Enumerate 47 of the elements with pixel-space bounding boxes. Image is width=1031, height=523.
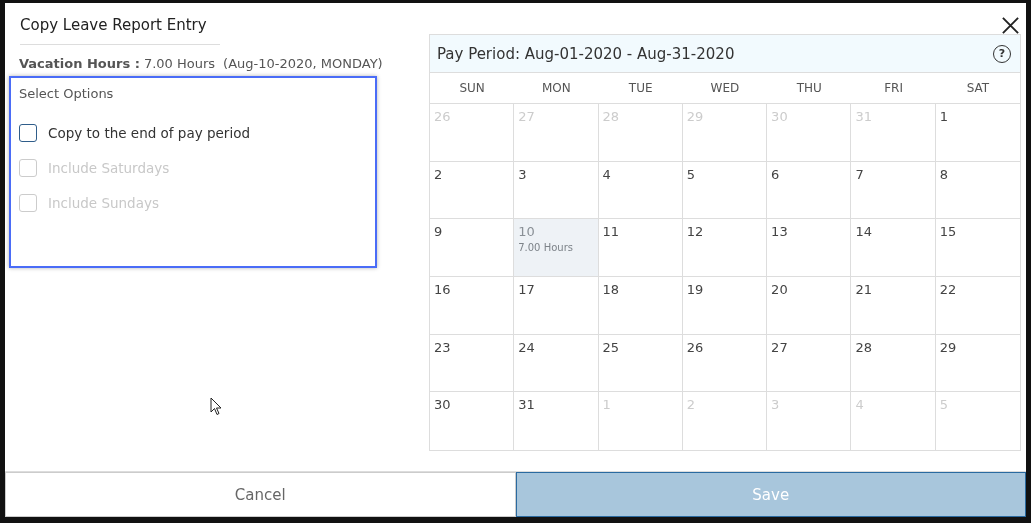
option-checkbox[interactable]: Copy to the end of pay period (19, 115, 367, 150)
pay-period-title: Pay Period: Aug-01-2020 - Aug-31-2020 (436, 44, 735, 63)
day-cell[interactable]: 11 (598, 219, 683, 277)
day-cell[interactable]: 31 (514, 392, 599, 450)
mouse-cursor-icon (210, 397, 222, 416)
weekday-header: THU (767, 73, 852, 104)
day-cell[interactable]: 26 (682, 334, 768, 393)
day-cell[interactable]: 2 (429, 161, 515, 220)
day-cell[interactable]: 16 (429, 277, 515, 335)
entry-date: (Aug-10-2020, MONDAY) (223, 56, 383, 71)
dialog-title: Copy Leave Report Entry (20, 16, 220, 45)
weekday-header: SUN (429, 73, 515, 104)
day-cell[interactable]: 14 (851, 219, 936, 277)
day-cell[interactable]: 1 (935, 104, 1020, 162)
close-icon[interactable] (1001, 16, 1020, 35)
day-cell[interactable]: 17 (514, 277, 599, 335)
day-cell[interactable]: 21 (851, 277, 936, 335)
day-cell[interactable]: 6 (767, 161, 852, 220)
day-cell[interactable]: 18 (598, 277, 683, 335)
day-cell[interactable]: 5 (682, 161, 768, 220)
entry-label: Vacation Hours : (19, 56, 140, 71)
day-cell[interactable]: 19 (682, 277, 768, 335)
weekday-header: WED (682, 73, 768, 104)
day-cell[interactable]: 10 7.00 Hours (514, 219, 599, 277)
weekday-header: FRI (851, 73, 936, 104)
weekday-header: TUE (598, 73, 683, 104)
cancel-button[interactable]: Cancel (5, 472, 516, 517)
day-cell[interactable]: 20 (767, 277, 852, 335)
day-cell[interactable]: 15 (935, 219, 1020, 277)
day-cell[interactable]: 13 (767, 219, 852, 277)
day-cell[interactable]: 29 (935, 334, 1020, 393)
day-cell[interactable]: 4 (598, 161, 683, 220)
day-cell[interactable]: 22 (935, 277, 1020, 335)
day-cell[interactable]: 25 (598, 334, 683, 393)
weekday-header: MON (514, 73, 599, 104)
day-cell[interactable]: 23 (429, 334, 515, 393)
day-cell[interactable]: 8 (935, 161, 1020, 220)
day-cell[interactable]: 27 (767, 334, 852, 393)
options-heading: Select Options (19, 86, 115, 101)
day-hours: 7.00 Hours (518, 242, 573, 254)
day-cell[interactable]: 30 (429, 392, 515, 450)
weekday-header: SAT (935, 73, 1020, 104)
day-cell[interactable]: 12 (682, 219, 768, 277)
day-cell[interactable]: 7 (851, 161, 936, 220)
day-cell[interactable]: 24 (514, 334, 599, 393)
entry-hours: 7.00 Hours (143, 56, 216, 71)
day-cell[interactable]: 28 (851, 334, 936, 393)
